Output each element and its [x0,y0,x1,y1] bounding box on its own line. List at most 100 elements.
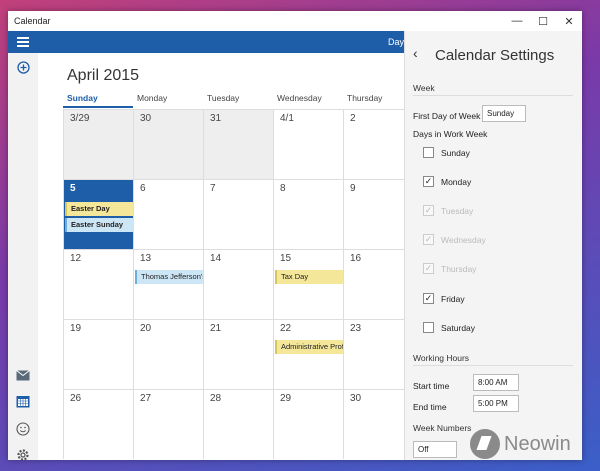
divider [413,365,573,366]
hamburger-button[interactable] [8,31,38,53]
work-week-label: Days in Work Week [413,129,488,139]
day-number: 31 [210,113,222,124]
start-time-picker[interactable]: 8:00 AM [473,374,519,391]
dow-sunday: Sunday [63,93,133,108]
smiley-icon[interactable] [15,421,31,437]
back-button[interactable]: ‹ [413,45,418,61]
checkbox-sunday[interactable] [423,147,434,158]
month-grid: 3/29 30 31 4/1 2 5 Easter Day Easter Sun… [63,109,413,460]
day-cell[interactable]: 20 [133,319,203,389]
day-number: 30 [350,393,362,404]
day-cell[interactable]: 15 Tax Day [273,249,343,319]
section-week-numbers: Week Numbers [413,423,472,433]
checkbox-tuesday: ✓ [423,205,434,216]
day-number: 5 [70,183,76,194]
day-cell[interactable]: 23 [343,319,413,389]
minimize-button[interactable]: — [504,11,530,31]
first-day-label: First Day of Week [413,111,481,121]
day-view-link[interactable]: Day [388,37,404,47]
day-number: 6 [140,183,146,194]
left-rail [8,31,38,460]
day-number: 13 [140,253,152,264]
checkbox-label: Thursday [441,264,477,274]
day-cell[interactable]: 26 [63,389,133,459]
checkbox-label: Monday [441,177,472,187]
checkbox-monday[interactable]: ✓ [423,176,434,187]
day-cell[interactable]: 27 [133,389,203,459]
dow-wednesday: Wednesday [277,93,322,103]
mail-icon[interactable] [15,367,31,383]
day-cell[interactable]: 22 Administrative Profe [273,319,343,389]
day-cell[interactable]: 2 [343,109,413,179]
day-cell[interactable]: 8 [273,179,343,249]
first-day-select[interactable]: Sunday [482,105,526,122]
neowin-logo-icon [470,429,500,459]
settings-panel: ‹ Calendar Settings Week First Day of We… [404,31,582,460]
week-numbers-select[interactable]: Off [413,441,457,458]
day-cell[interactable]: 19 [63,319,133,389]
add-icon[interactable] [15,59,31,75]
settings-title: Calendar Settings [435,47,555,64]
day-cell[interactable]: 30 [343,389,413,459]
day-cell[interactable]: 3/29 [63,109,133,179]
day-cell[interactable]: 6 [133,179,203,249]
day-cell[interactable]: 21 [203,319,273,389]
calendar-icon[interactable] [15,393,31,409]
day-number: 3/29 [70,113,90,124]
end-time-picker[interactable]: 5:00 PM [473,395,519,412]
day-cell[interactable]: 31 [203,109,273,179]
event-thomas-jefferson[interactable]: Thomas Jefferson's B [135,270,203,284]
checkbox-friday[interactable]: ✓ [423,293,434,304]
section-week: Week [413,83,435,93]
checkbox-label: Tuesday [441,206,474,216]
days-of-week-header: Sunday Monday Tuesday Wednesday Thursday [63,93,404,108]
day-number: 20 [140,323,152,334]
window-title: Calendar [14,16,51,26]
checkbox-label: Wednesday [441,235,486,245]
checkbox-saturday[interactable] [423,322,434,333]
gear-icon[interactable] [15,447,31,460]
calendar-window: Calendar — ☐ ✕ Day April 2015 Sunday Mon… [8,11,582,460]
day-cell[interactable]: 12 [63,249,133,319]
day-cell[interactable]: 13 Thomas Jefferson's B [133,249,203,319]
day-number: 14 [210,253,222,264]
event-easter-day[interactable]: Easter Day [65,202,133,216]
section-working-hours: Working Hours [413,353,470,363]
neowin-watermark: Neowin [470,426,590,462]
day-number: 29 [280,393,292,404]
month-view: April 2015 Sunday Monday Tuesday Wednesd… [38,53,413,460]
checkbox-wednesday: ✓ [423,234,434,245]
event-tax-day[interactable]: Tax Day [275,270,343,284]
checkbox-label: Sunday [441,148,470,158]
day-number: 8 [280,183,286,194]
event-easter-sunday[interactable]: Easter Sunday [65,218,133,232]
day-number: 26 [70,393,82,404]
day-cell[interactable]: 7 [203,179,273,249]
day-cell[interactable]: 29 [273,389,343,459]
day-cell[interactable]: 16 [343,249,413,319]
watermark-text: Neowin [504,432,571,455]
day-cell[interactable]: 28 [203,389,273,459]
day-number: 30 [140,113,152,124]
day-cell[interactable]: 14 [203,249,273,319]
day-cell[interactable]: 30 [133,109,203,179]
maximize-button[interactable]: ☐ [530,11,556,31]
close-button[interactable]: ✕ [556,11,582,31]
event-administrative-professionals[interactable]: Administrative Profe [275,340,343,354]
day-number: 2 [350,113,356,124]
day-number: 21 [210,323,222,334]
day-number: 28 [210,393,222,404]
day-cell-today[interactable]: 5 Easter Day Easter Sunday [63,179,133,249]
dow-thursday: Thursday [347,93,383,103]
day-number: 22 [280,323,292,334]
start-time-label: Start time [413,381,450,391]
dow-monday: Monday [137,93,168,103]
day-cell[interactable]: 9 [343,179,413,249]
day-number: 12 [70,253,82,264]
day-number: 4/1 [280,113,294,124]
day-number: 15 [280,253,292,264]
day-number: 9 [350,183,356,194]
checkbox-label: Friday [441,294,465,304]
dow-tuesday: Tuesday [207,93,240,103]
day-cell[interactable]: 4/1 [273,109,343,179]
